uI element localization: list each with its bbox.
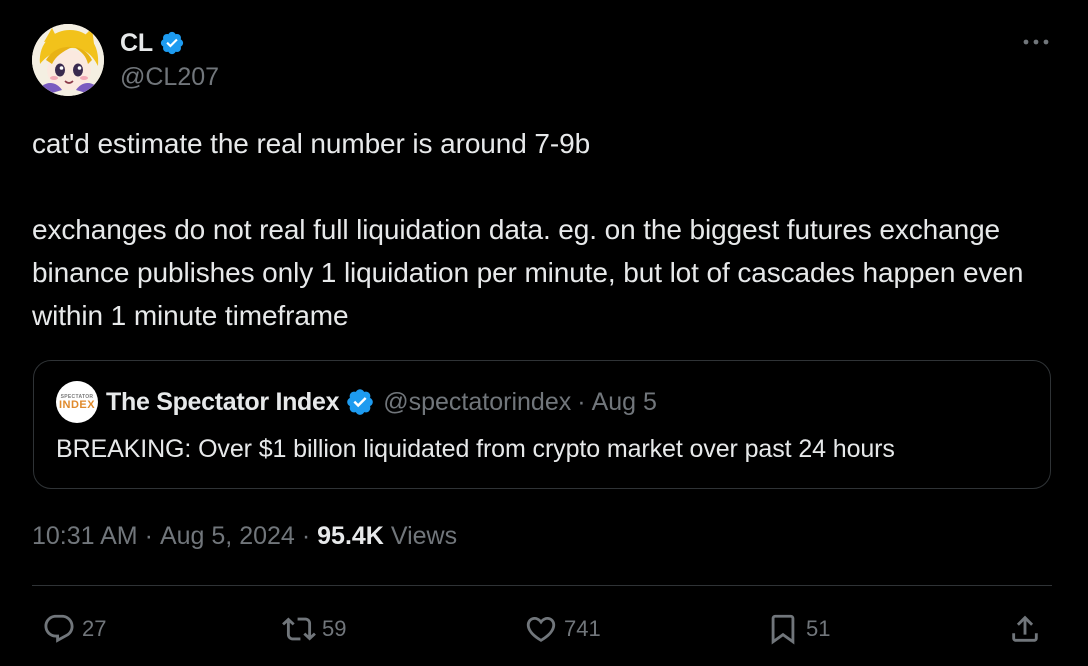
meta-separator: · bbox=[301, 522, 311, 550]
views-label: Views bbox=[390, 522, 458, 550]
post-date[interactable]: Aug 5, 2024 bbox=[160, 522, 295, 551]
verified-badge-icon[interactable] bbox=[159, 30, 185, 56]
author-name-row: CL bbox=[120, 28, 185, 58]
share-icon bbox=[1012, 615, 1038, 642]
post-time[interactable]: 10:31 AM bbox=[32, 522, 138, 551]
quoted-post-text: BREAKING: Over $1 billion liquidated fro… bbox=[56, 435, 895, 463]
quoted-avatar-logo-line2: INDEX bbox=[58, 398, 96, 411]
quoted-post-date: Aug 5 bbox=[591, 387, 657, 416]
views-count: 95.4K bbox=[317, 522, 384, 550]
verified-badge-icon bbox=[345, 387, 375, 417]
bookmark-count: 51 bbox=[806, 616, 831, 641]
post-meta: 10:31 AM · Aug 5, 2024 · 95.4K Views bbox=[32, 522, 457, 551]
reply-count: 27 bbox=[82, 616, 107, 641]
heart-icon bbox=[526, 616, 556, 642]
like-count: 741 bbox=[564, 616, 601, 641]
more-options-button[interactable] bbox=[1016, 28, 1056, 56]
like-button[interactable]: 741 bbox=[524, 609, 601, 649]
repost-icon bbox=[282, 617, 316, 641]
post-text: cat'd estimate the real number is around… bbox=[32, 128, 1024, 331]
author-handle[interactable]: @CL207 bbox=[120, 63, 219, 92]
quoted-separator: · bbox=[577, 387, 586, 416]
reply-icon bbox=[44, 614, 74, 643]
author-display-name[interactable]: CL bbox=[120, 29, 153, 58]
repost-button[interactable]: 59 bbox=[282, 609, 346, 649]
share-button[interactable] bbox=[1008, 609, 1042, 649]
author-avatar[interactable] bbox=[32, 24, 104, 96]
quoted-post-header: SPECTATOR INDEX The Spectator Index @spe… bbox=[56, 381, 657, 423]
divider bbox=[32, 585, 1052, 586]
quoted-author-handle: @spectatorindex bbox=[383, 387, 572, 416]
quoted-author-name[interactable]: The Spectator Index bbox=[106, 388, 340, 417]
quoted-post-card[interactable]: SPECTATOR INDEX The Spectator Index @spe… bbox=[33, 360, 1051, 489]
author-avatar-image bbox=[32, 24, 104, 96]
tweet: CL @CL207 cat'd estimate the real number… bbox=[0, 0, 1088, 666]
bookmark-icon bbox=[771, 614, 795, 645]
repost-count: 59 bbox=[322, 616, 347, 641]
more-horizontal-icon bbox=[1023, 39, 1049, 45]
bookmark-button[interactable]: 51 bbox=[766, 609, 830, 649]
reply-button[interactable]: 27 bbox=[42, 609, 106, 649]
meta-separator: · bbox=[144, 522, 153, 550]
quoted-author-avatar[interactable]: SPECTATOR INDEX bbox=[56, 381, 98, 423]
